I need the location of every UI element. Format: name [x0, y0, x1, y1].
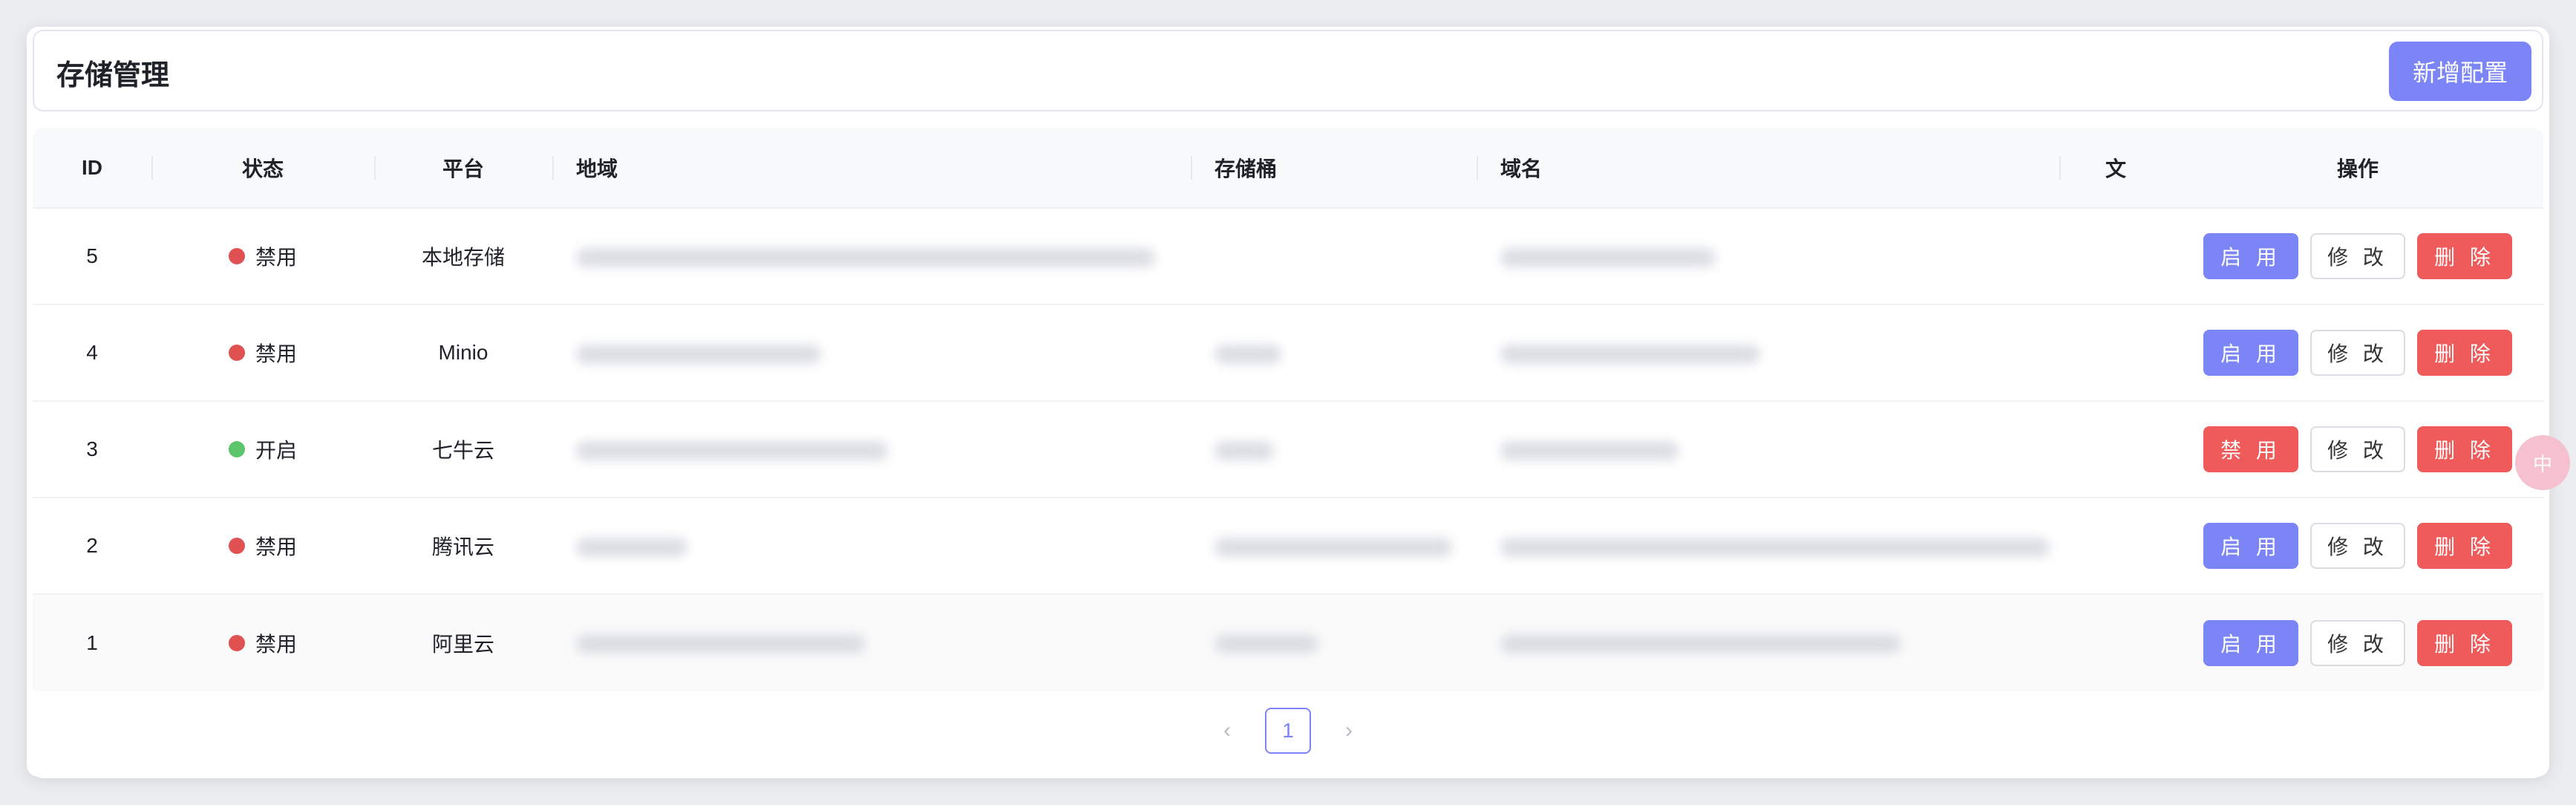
edit-button[interactable]: 修 改	[2310, 619, 2405, 666]
row-id: 5	[33, 208, 151, 305]
status-dot-icon	[228, 634, 245, 651]
page-header: 存储管理 新增配置	[33, 30, 2543, 111]
status-badge: 禁用	[228, 531, 297, 561]
table-row: 1 禁用 阿里云 启 用 修 改 删 除	[33, 594, 2543, 691]
redacted-region	[576, 634, 866, 654]
column-header-id: ID	[33, 128, 151, 209]
toggle-button[interactable]: 启 用	[2203, 619, 2298, 666]
redacted-region	[576, 344, 821, 364]
table-row: 5 禁用 本地存储 启 用 修 改 删 除	[33, 208, 2543, 305]
row-platform: 七牛云	[374, 401, 552, 498]
redacted-region	[576, 440, 888, 460]
status-badge: 禁用	[228, 338, 297, 368]
edit-button[interactable]: 修 改	[2310, 426, 2405, 472]
status-text: 禁用	[255, 342, 297, 365]
column-header-bucket: 存储桶	[1191, 128, 1477, 209]
status-text: 开启	[255, 439, 297, 462]
table-row: 2 禁用 腾讯云 启 用 修 改 删 除	[33, 498, 2543, 595]
redacted-domain	[1500, 344, 1760, 364]
toggle-button[interactable]: 启 用	[2203, 523, 2298, 569]
column-header-status: 状态	[151, 128, 374, 209]
table-row: 4 禁用 Minio 启 用 修 改 删 除	[33, 304, 2543, 402]
edit-button[interactable]: 修 改	[2310, 523, 2405, 569]
table-header-row: ID 状态 平台 地域 存储桶 域名 文 操作	[33, 128, 2543, 209]
status-dot-icon	[228, 538, 245, 554]
column-header-domain-label: 域名	[1500, 157, 1543, 180]
status-dot-icon	[228, 248, 245, 264]
storage-table: ID 状态 平台 地域 存储桶 域名 文 操作 5 禁用 本地存储 启 用 修 …	[33, 128, 2543, 778]
column-header-platform-label: 平台	[442, 157, 484, 180]
column-header-actions: 操作	[2172, 128, 2543, 209]
add-config-button[interactable]: 新增配置	[2389, 42, 2531, 101]
status-text: 禁用	[255, 535, 297, 558]
column-header-file: 文	[2059, 128, 2172, 209]
column-header-region-label: 地域	[576, 157, 618, 180]
page-number-current[interactable]: 1	[1265, 708, 1311, 754]
redacted-domain	[1500, 537, 2050, 557]
column-header-status-label: 状态	[241, 157, 284, 180]
delete-button[interactable]: 删 除	[2417, 619, 2512, 666]
row-platform: 腾讯云	[374, 498, 552, 595]
status-dot-icon	[228, 441, 245, 457]
status-text: 禁用	[255, 632, 297, 656]
row-platform: Minio	[374, 304, 552, 402]
toggle-button[interactable]: 启 用	[2203, 330, 2298, 376]
column-header-domain: 域名	[1477, 128, 2059, 209]
prev-page-icon[interactable]: ‹	[1223, 718, 1231, 743]
floating-helper-button[interactable]: 中	[2515, 435, 2570, 490]
status-badge: 禁用	[228, 241, 297, 271]
delete-button[interactable]: 删 除	[2417, 523, 2512, 569]
status-badge: 开启	[228, 434, 297, 464]
delete-button[interactable]: 删 除	[2417, 426, 2512, 472]
pagination: ‹ 1 ›	[33, 683, 2543, 778]
row-id: 2	[33, 498, 151, 595]
column-header-bucket-label: 存储桶	[1215, 157, 1278, 180]
row-id: 3	[33, 401, 151, 498]
delete-button[interactable]: 删 除	[2417, 233, 2512, 279]
redacted-bucket	[1215, 537, 1452, 557]
status-dot-icon	[228, 345, 245, 361]
status-badge: 禁用	[228, 628, 297, 658]
redacted-region	[576, 247, 1155, 267]
redacted-domain	[1500, 634, 1901, 654]
status-text: 禁用	[255, 246, 297, 269]
row-platform: 本地存储	[374, 208, 552, 305]
row-id: 1	[33, 594, 151, 691]
column-header-region: 地域	[552, 128, 1191, 209]
toggle-button[interactable]: 禁 用	[2203, 426, 2298, 472]
redacted-bucket	[1215, 634, 1318, 654]
page-title: 存储管理	[56, 60, 170, 91]
row-platform: 阿里云	[374, 594, 552, 691]
redacted-domain	[1500, 247, 1716, 267]
column-header-file-label: 文	[2105, 157, 2126, 180]
edit-button[interactable]: 修 改	[2310, 330, 2405, 376]
edit-button[interactable]: 修 改	[2310, 233, 2405, 279]
column-header-platform: 平台	[374, 128, 552, 209]
toggle-button[interactable]: 启 用	[2203, 233, 2298, 279]
redacted-domain	[1500, 440, 1678, 460]
redacted-bucket	[1215, 344, 1281, 364]
next-page-icon[interactable]: ›	[1345, 718, 1353, 743]
redacted-region	[576, 537, 687, 557]
table-row: 3 开启 七牛云 禁 用 修 改 删 除	[33, 401, 2543, 498]
redacted-bucket	[1215, 440, 1274, 460]
row-id: 4	[33, 304, 151, 402]
delete-button[interactable]: 删 除	[2417, 330, 2512, 376]
